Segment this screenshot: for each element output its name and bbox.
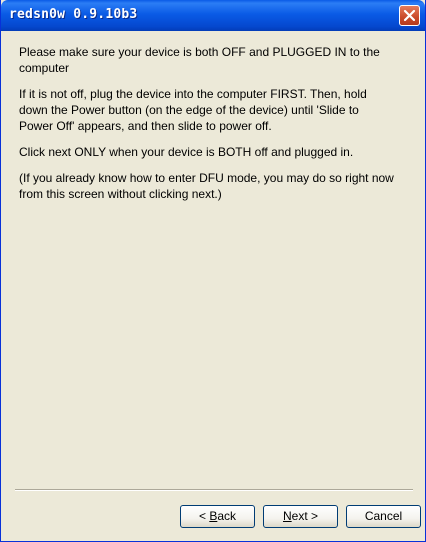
- back-button-rest: ack: [217, 509, 237, 523]
- instruction-text: (If you already know how to enter DFU mo…: [19, 171, 394, 201]
- separator: [15, 489, 413, 491]
- next-button-rest: ext >: [291, 509, 319, 523]
- cancel-button[interactable]: Cancel: [346, 505, 421, 528]
- instruction-text: Click next ONLY when your device is BOTH…: [19, 145, 354, 159]
- instruction-text: If it is not off, plug the device into t…: [19, 87, 367, 133]
- window-title: redsn0w 0.9.10b3: [9, 7, 138, 22]
- instructions-panel: Please make sure your device is both OFF…: [19, 44, 395, 212]
- close-icon: [403, 9, 416, 22]
- cancel-button-label: Cancel: [364, 509, 403, 523]
- title-bar[interactable]: redsn0w 0.9.10b3: [1, 0, 425, 31]
- back-button-prefix: <: [198, 509, 210, 523]
- next-button[interactable]: Next >: [263, 505, 338, 528]
- close-button[interactable]: [399, 5, 420, 26]
- wizard-window: redsn0w 0.9.10b3 Please make sure your d…: [0, 0, 426, 542]
- back-button[interactable]: < Back: [180, 505, 255, 528]
- next-button-accel: N: [282, 509, 292, 523]
- instruction-text: Please make sure your device is both OFF…: [19, 45, 380, 75]
